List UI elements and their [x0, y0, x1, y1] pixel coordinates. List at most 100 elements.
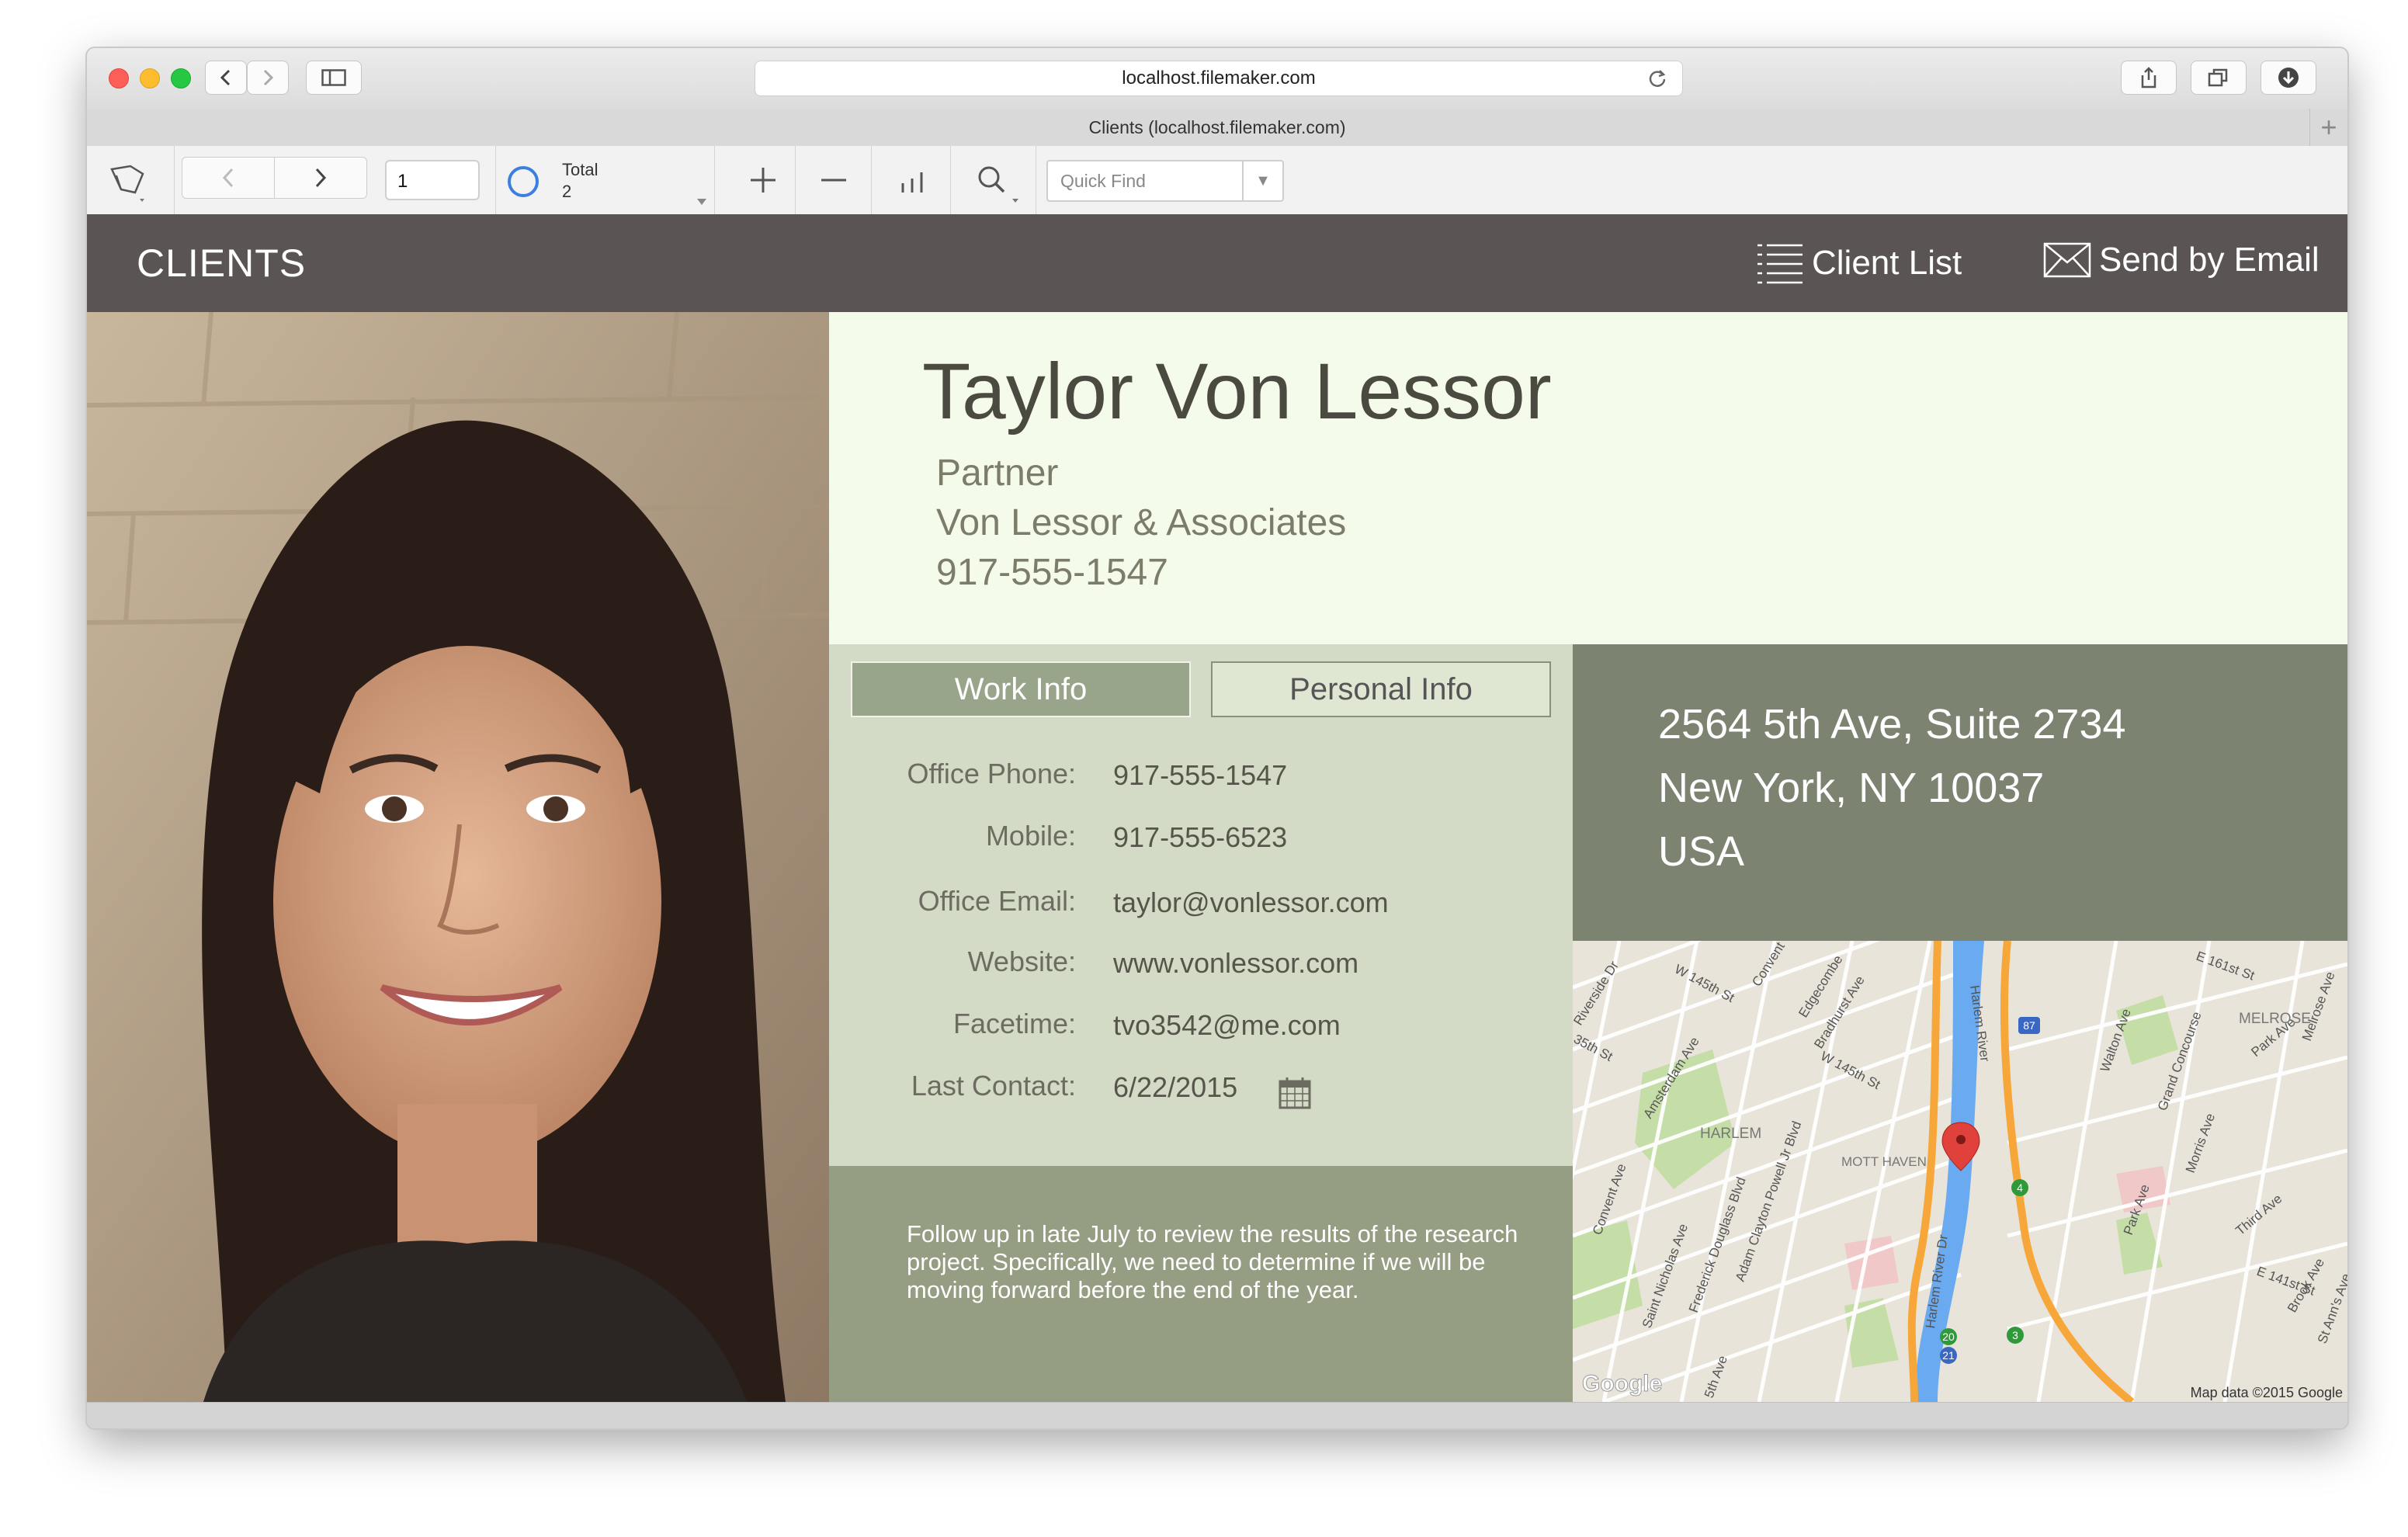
- office-email-value[interactable]: taylor@vonlessor.com: [1113, 886, 1389, 919]
- bar-chart-icon: [901, 172, 923, 193]
- facetime-row: Facetime: tvo3542@me.com: [829, 1008, 1573, 1054]
- last-contact-value[interactable]: 6/22/2015: [1113, 1071, 1237, 1104]
- address-map[interactable]: 87 4 20 3 21 Riverside Dr W 145th St Con…: [1573, 941, 2347, 1402]
- book-icon: [110, 165, 168, 205]
- contact-photo: [87, 312, 829, 1402]
- address-line-2[interactable]: New York, NY 10037: [1658, 764, 2044, 812]
- office-phone-value[interactable]: 917-555-1547: [1113, 759, 1287, 792]
- mobile-row: Mobile: 917-555-6523: [829, 820, 1573, 866]
- office-phone-row: Office Phone: 917-555-1547: [829, 758, 1573, 804]
- address-line-3[interactable]: USA: [1658, 827, 1744, 876]
- address-line-1[interactable]: 2564 5th Ave, Suite 2734: [1658, 700, 2126, 748]
- browser-tab[interactable]: Clients (localhost.filemaker.com) +: [87, 109, 2347, 147]
- new-tab-button[interactable]: +: [2309, 109, 2347, 146]
- minus-icon: [821, 179, 846, 182]
- contact-name: Taylor Von Lessor: [922, 347, 1552, 435]
- website-label: Website:: [967, 945, 1076, 977]
- website-value[interactable]: www.vonlessor.com: [1113, 947, 1358, 980]
- sidebar-toggle-button[interactable]: [306, 61, 362, 95]
- new-record-button[interactable]: [731, 158, 795, 202]
- share-button[interactable]: [2121, 61, 2177, 95]
- route-shield-label: 20: [1942, 1331, 1955, 1343]
- quick-find-dropdown-button[interactable]: ▼: [1242, 161, 1282, 200]
- reload-icon[interactable]: [1646, 68, 1668, 89]
- notes-panel: Follow up in late July to review the res…: [829, 1166, 1573, 1402]
- browser-titlebar: localhost.filemaker.com: [87, 48, 2347, 109]
- client-list-button[interactable]: Client List: [1756, 241, 1962, 286]
- route-shield-label: 3: [2012, 1329, 2018, 1341]
- total-label: Total: [562, 160, 599, 179]
- back-button[interactable]: [205, 61, 247, 95]
- browser-window: localhost.filemaker.com Clients (localho…: [87, 48, 2347, 1428]
- dropdown-arrow-icon: ▼: [1255, 172, 1271, 189]
- total-count: 2: [562, 182, 572, 201]
- share-icon: [2141, 67, 2156, 88]
- office-email-row: Office Email: taylor@vonlessor.com: [829, 885, 1573, 932]
- zoom-window-button[interactable]: [171, 68, 191, 88]
- route-shield-label: 21: [1942, 1349, 1955, 1362]
- find-button[interactable]: [959, 158, 1029, 205]
- map-attribution: Map data ©2015 Google: [2191, 1385, 2343, 1400]
- plus-icon: +: [2320, 111, 2337, 143]
- contact-title: Partner: [936, 453, 1059, 494]
- google-logo: Google: [1582, 1371, 1662, 1396]
- office-phone-label: Office Phone:: [907, 758, 1076, 789]
- route-shield-label: 4: [2017, 1181, 2023, 1194]
- search-icon: [978, 166, 1018, 203]
- plus-icon: [751, 168, 775, 193]
- sort-button[interactable]: [874, 158, 950, 202]
- map-image: 87 4 20 3 21 Riverside Dr W 145th St Con…: [1573, 941, 2347, 1402]
- previous-record-button[interactable]: [182, 157, 275, 199]
- map-label: HARLEM: [1700, 1126, 1761, 1142]
- tabs-icon: [2208, 68, 2228, 87]
- browser-tab-title: Clients (localhost.filemaker.com): [1088, 116, 1346, 137]
- calendar-icon[interactable]: [1278, 1076, 1312, 1110]
- work-info-panel: Work Info Personal Info Office Phone: 91…: [829, 644, 1573, 1166]
- envelope-icon: [2043, 242, 2091, 278]
- facetime-label: Facetime:: [952, 1008, 1076, 1039]
- tab-work-info[interactable]: Work Info: [851, 661, 1191, 717]
- facetime-value[interactable]: tvo3542@me.com: [1113, 1009, 1341, 1042]
- layout-header: CLIENTS Client List Send by Email: [87, 214, 2347, 312]
- chevron-right-icon: [315, 168, 327, 188]
- delete-record-button[interactable]: [796, 158, 871, 202]
- client-list-label: Client List: [1812, 244, 1962, 282]
- address-bar[interactable]: localhost.filemaker.com: [755, 61, 1683, 96]
- dropdown-arrow-icon[interactable]: [697, 199, 706, 205]
- tab-personal-info[interactable]: Personal Info: [1211, 661, 1551, 717]
- contact-summary-panel: Taylor Von Lessor Partner Von Lessor & A…: [829, 312, 2347, 644]
- chevron-left-icon: [222, 168, 234, 188]
- forward-button[interactable]: [247, 61, 289, 95]
- chevron-left-icon: [220, 69, 231, 86]
- page-title: CLIENTS: [137, 241, 307, 285]
- contact-portrait-image: [87, 312, 829, 1402]
- last-contact-label: Last Contact:: [911, 1070, 1076, 1102]
- address-panel: 2564 5th Ave, Suite 2734 New York, NY 10…: [1573, 644, 2347, 941]
- layout-menu-button[interactable]: [106, 158, 168, 205]
- address-bar-url: localhost.filemaker.com: [1122, 68, 1316, 88]
- map-label: MELROSE: [2239, 1011, 2311, 1027]
- next-record-button[interactable]: [274, 157, 367, 199]
- map-label: MOTT HAVEN: [1841, 1154, 1927, 1169]
- last-contact-row: Last Contact: 6/22/2015: [829, 1070, 1573, 1116]
- record-count-pie-icon: [508, 166, 539, 197]
- route-shield-label: 87: [2023, 1019, 2035, 1032]
- mobile-value[interactable]: 917-555-6523: [1113, 821, 1287, 854]
- download-icon: [2278, 68, 2299, 88]
- contact-phone: 917-555-1547: [936, 552, 1168, 593]
- record-number-field[interactable]: 1: [385, 160, 480, 200]
- status-bar: [87, 1402, 2347, 1428]
- chevron-right-icon: [263, 69, 274, 86]
- send-by-email-button[interactable]: Send by Email: [2043, 241, 2320, 279]
- website-row: Website: www.vonlessor.com: [829, 945, 1573, 992]
- sidebar-icon: [321, 69, 346, 86]
- quick-find[interactable]: ▼: [1046, 160, 1284, 202]
- tabs-overview-button[interactable]: [2191, 61, 2247, 95]
- filemaker-toolbar: 1 Total 2 ▼: [87, 146, 2347, 215]
- close-window-button[interactable]: [109, 68, 129, 88]
- mobile-label: Mobile:: [985, 820, 1076, 852]
- downloads-button[interactable]: [2261, 61, 2316, 95]
- contact-company: Von Lessor & Associates: [936, 502, 1347, 543]
- notes-text[interactable]: Follow up in late July to review the res…: [907, 1220, 1528, 1304]
- minimize-window-button[interactable]: [140, 68, 160, 88]
